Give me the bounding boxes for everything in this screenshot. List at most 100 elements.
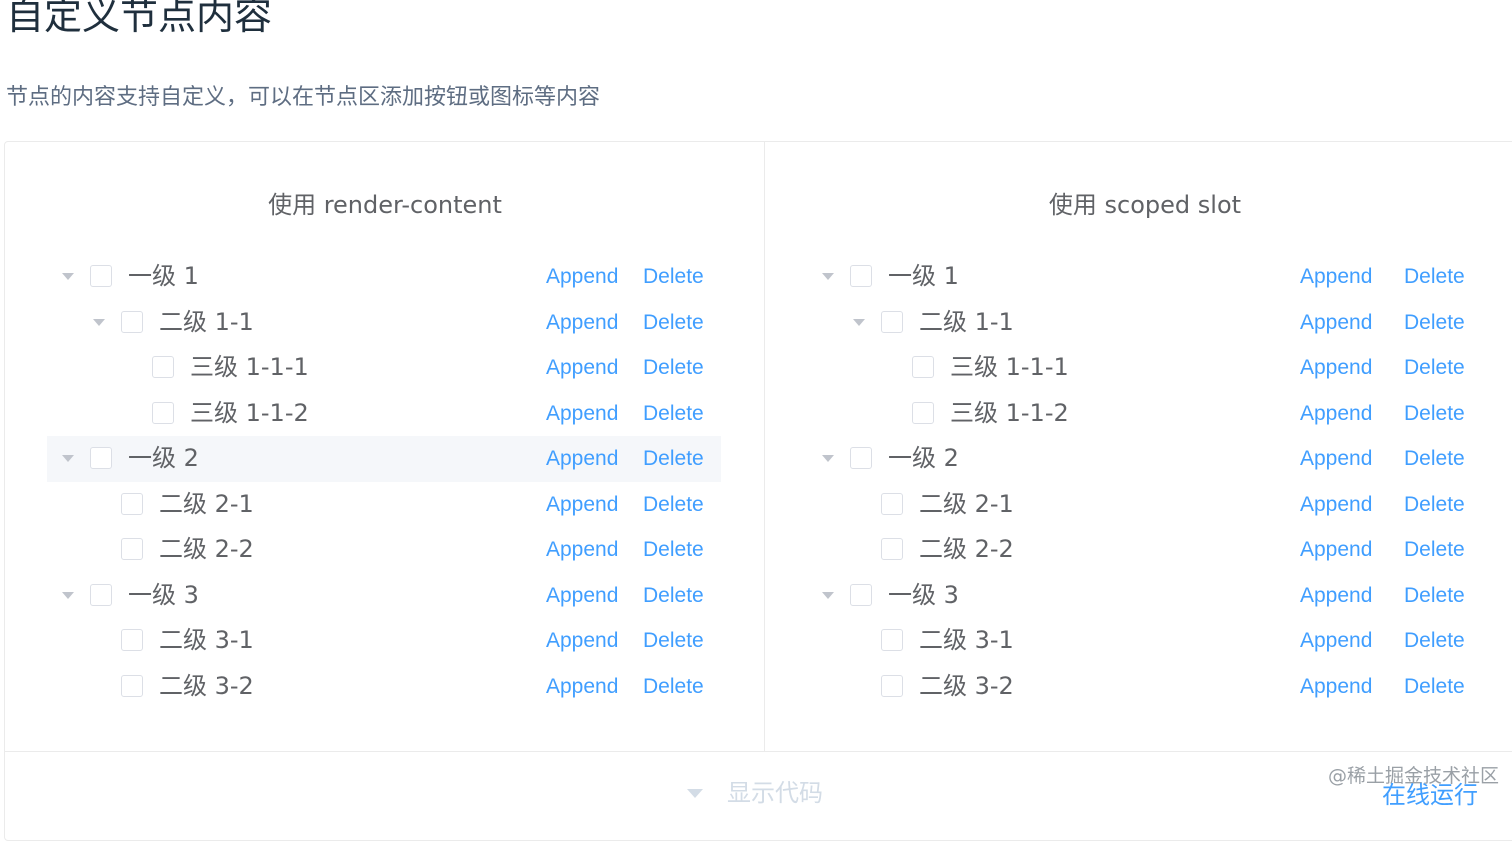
- append-button[interactable]: Append: [546, 310, 618, 336]
- tree-node[interactable]: 二级 3-2 Append Delete: [47, 664, 721, 710]
- tree-node[interactable]: 一级 1 Append Delete: [807, 254, 1481, 300]
- tree-node-checkbox[interactable]: [912, 401, 934, 424]
- tree-node[interactable]: 三级 1-1-1 Append Delete: [807, 345, 1481, 391]
- append-button[interactable]: Append: [1300, 674, 1372, 700]
- delete-button[interactable]: Delete: [1404, 401, 1465, 427]
- tree-node[interactable]: 一级 1 Append Delete: [47, 254, 721, 300]
- append-button[interactable]: Append: [1300, 628, 1372, 654]
- tree-node-label: 二级 2-1: [159, 489, 254, 518]
- tree-node-label: 一级 2: [128, 444, 199, 472]
- append-button[interactable]: Append: [1300, 264, 1372, 290]
- tree-node-checkbox[interactable]: [881, 674, 903, 697]
- tree-node-checkbox[interactable]: [850, 265, 872, 287]
- tree-node-checkbox[interactable]: [881, 310, 903, 333]
- delete-button[interactable]: Delete: [643, 310, 704, 336]
- tree-node-checkbox[interactable]: [881, 629, 903, 651]
- append-button[interactable]: Append: [546, 492, 618, 518]
- tree-node[interactable]: 二级 2-1 Append Delete: [807, 482, 1481, 528]
- tree-node-checkbox[interactable]: [121, 492, 143, 515]
- caret-down-icon[interactable]: [822, 455, 834, 462]
- append-button[interactable]: Append: [546, 583, 618, 609]
- tree-node[interactable]: 三级 1-1-2 Append Delete: [47, 391, 721, 437]
- caret-down-icon[interactable]: [93, 318, 105, 326]
- append-button[interactable]: Append: [546, 628, 618, 654]
- caret-down-icon[interactable]: [62, 591, 74, 599]
- tree-node-checkbox[interactable]: [90, 265, 112, 287]
- append-button[interactable]: Append: [546, 446, 618, 472]
- append-button[interactable]: Append: [1300, 492, 1372, 518]
- append-button[interactable]: Append: [1300, 310, 1372, 336]
- tree-node[interactable]: 二级 3-2 Append Delete: [807, 664, 1481, 710]
- caret-down-icon[interactable]: [853, 318, 865, 326]
- append-button[interactable]: Append: [1300, 537, 1372, 563]
- tree-node-label: 三级 1-1-2: [190, 398, 309, 427]
- append-button[interactable]: Append: [546, 401, 618, 427]
- page-title: 自定义节点内容: [6, 0, 273, 38]
- tree-node-checkbox[interactable]: [121, 674, 143, 697]
- delete-button[interactable]: Delete: [1404, 310, 1465, 336]
- caret-down-icon[interactable]: [62, 455, 74, 462]
- tree-node[interactable]: 二级 1-1 Append Delete: [807, 300, 1481, 346]
- delete-button[interactable]: Delete: [643, 355, 704, 381]
- caret-down-icon[interactable]: [687, 789, 703, 798]
- append-button[interactable]: Append: [1300, 446, 1372, 472]
- tree-node[interactable]: 二级 2-2 Append Delete: [47, 527, 721, 573]
- caret-down-icon[interactable]: [822, 273, 834, 280]
- delete-button[interactable]: Delete: [1404, 355, 1465, 381]
- tree-node[interactable]: 二级 3-1 Append Delete: [47, 618, 721, 664]
- delete-button[interactable]: Delete: [643, 537, 704, 563]
- delete-button[interactable]: Delete: [1404, 628, 1465, 654]
- delete-button[interactable]: Delete: [1404, 583, 1465, 609]
- append-button[interactable]: Append: [546, 264, 618, 290]
- delete-button[interactable]: Delete: [1404, 446, 1465, 472]
- tree-node-checkbox[interactable]: [152, 356, 174, 378]
- delete-button[interactable]: Delete: [643, 674, 704, 700]
- page-description: 节点的内容支持自定义，可以在节点区添加按钮或图标等内容: [6, 85, 601, 110]
- tree-node[interactable]: 二级 2-2 Append Delete: [807, 527, 1481, 573]
- append-button[interactable]: Append: [546, 355, 618, 381]
- tree-node-checkbox[interactable]: [121, 310, 143, 333]
- caret-down-icon[interactable]: [822, 591, 834, 599]
- tree-node-checkbox[interactable]: [850, 447, 872, 469]
- tree-node-checkbox[interactable]: [881, 538, 903, 560]
- delete-button[interactable]: Delete: [643, 492, 704, 518]
- delete-button[interactable]: Delete: [643, 628, 704, 654]
- tree-node-checkbox[interactable]: [850, 583, 872, 606]
- append-button[interactable]: Append: [1300, 355, 1372, 381]
- show-code-toggle[interactable]: 显示代码: [727, 778, 823, 808]
- tree-node-checkbox[interactable]: [121, 538, 143, 560]
- tree-node[interactable]: 一级 2 Append Delete: [807, 436, 1481, 482]
- delete-button[interactable]: Delete: [643, 401, 704, 427]
- tree-node[interactable]: 一级 3 Append Delete: [807, 573, 1481, 619]
- caret-down-icon[interactable]: [62, 273, 74, 280]
- delete-button[interactable]: Delete: [1404, 674, 1465, 700]
- tree-node[interactable]: 二级 3-1 Append Delete: [807, 618, 1481, 664]
- append-button[interactable]: Append: [546, 674, 618, 700]
- panel-title-scoped-slot: 使用 scoped slot: [1048, 191, 1242, 219]
- append-button[interactable]: Append: [1300, 583, 1372, 609]
- tree-node[interactable]: 三级 1-1-2 Append Delete: [807, 391, 1481, 437]
- tree-node-checkbox[interactable]: [90, 447, 112, 469]
- tree-node-checkbox[interactable]: [90, 583, 112, 606]
- delete-button[interactable]: Delete: [643, 446, 704, 472]
- tree-node-checkbox[interactable]: [152, 401, 174, 424]
- tree-node-checkbox[interactable]: [912, 356, 934, 378]
- delete-button[interactable]: Delete: [1404, 537, 1465, 563]
- delete-button[interactable]: Delete: [1404, 492, 1465, 518]
- tree-node-checkbox[interactable]: [121, 629, 143, 651]
- tree-node[interactable]: 一级 3 Append Delete: [47, 573, 721, 619]
- delete-button[interactable]: Delete: [643, 583, 704, 609]
- run-online-button[interactable]: 在线运行: [1382, 780, 1478, 810]
- append-button[interactable]: Append: [546, 537, 618, 563]
- delete-button[interactable]: Delete: [1404, 264, 1465, 290]
- tree-node[interactable]: 二级 1-1 Append Delete: [47, 300, 721, 346]
- delete-button[interactable]: Delete: [643, 264, 704, 290]
- tree-node[interactable]: 三级 1-1-1 Append Delete: [47, 345, 721, 391]
- tree-node-label: 三级 1-1-1: [950, 353, 1069, 381]
- append-button[interactable]: Append: [1300, 401, 1372, 427]
- tree-node-label: 一级 1: [888, 262, 959, 290]
- tree-node-label: 二级 3-1: [159, 626, 254, 654]
- tree-node[interactable]: 二级 2-1 Append Delete: [47, 482, 721, 528]
- tree-node[interactable]: 一级 2 Append Delete: [47, 436, 721, 482]
- tree-node-checkbox[interactable]: [881, 492, 903, 515]
